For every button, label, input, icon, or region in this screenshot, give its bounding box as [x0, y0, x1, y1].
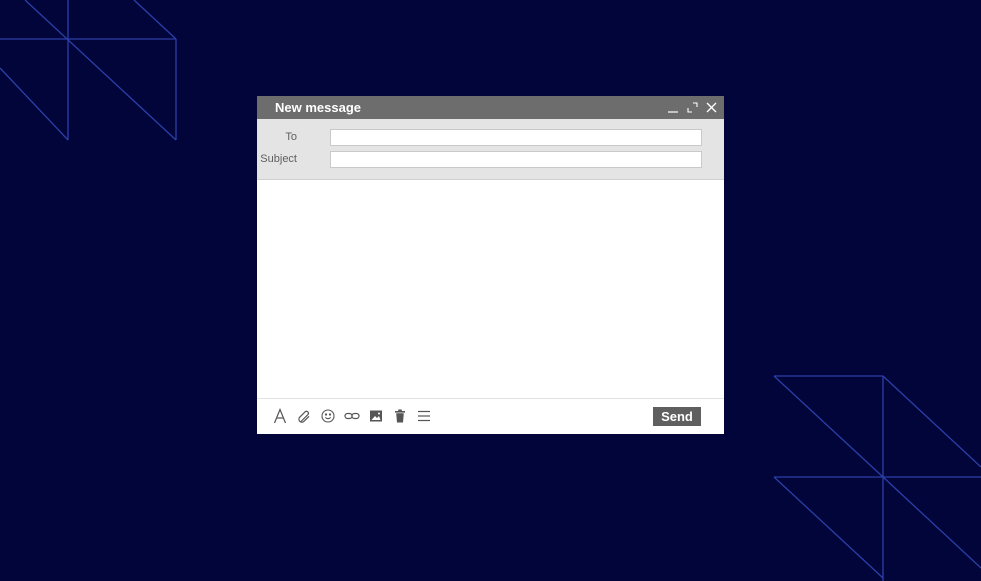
to-label: To [285, 131, 297, 143]
compose-footer: Send [257, 398, 724, 434]
to-row: To [257, 129, 702, 146]
emoji-icon[interactable] [320, 408, 336, 424]
image-icon[interactable] [368, 408, 384, 424]
compose-header: New message [257, 96, 724, 119]
compose-window: New message To Subject Send [257, 96, 724, 434]
expand-icon[interactable] [686, 101, 699, 114]
message-body[interactable] [257, 180, 724, 398]
more-options-icon[interactable] [416, 408, 432, 424]
send-button[interactable]: Send [653, 407, 701, 426]
compose-fields: To Subject [257, 119, 724, 180]
to-input[interactable] [330, 129, 702, 146]
attach-icon[interactable] [296, 408, 312, 424]
window-controls [667, 101, 718, 114]
subject-row: Subject [257, 151, 702, 168]
formatting-toolbar [272, 408, 432, 424]
subject-label: Subject [260, 153, 297, 165]
close-icon[interactable] [705, 101, 718, 114]
subject-input[interactable] [330, 151, 702, 168]
text-format-icon[interactable] [272, 408, 288, 424]
link-icon[interactable] [344, 408, 360, 424]
minimize-icon[interactable] [667, 101, 680, 114]
compose-title: New message [275, 100, 361, 115]
delete-icon[interactable] [392, 408, 408, 424]
